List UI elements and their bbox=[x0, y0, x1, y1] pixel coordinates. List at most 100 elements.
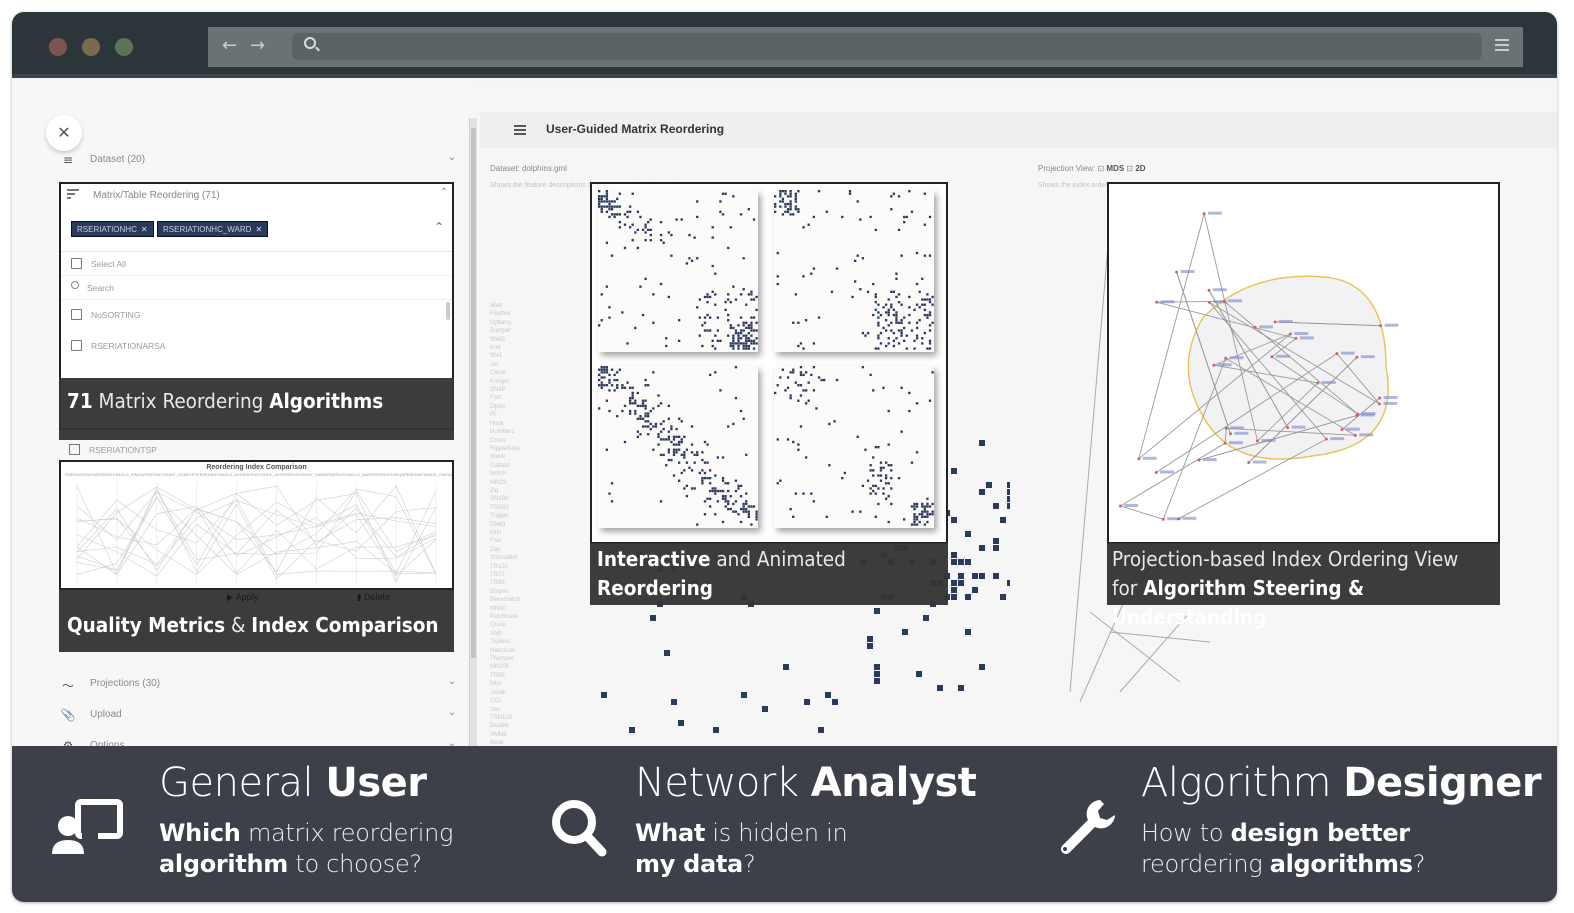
matrix-cell bbox=[905, 334, 908, 337]
matrix-cell bbox=[649, 233, 652, 237]
sidebar-item-projections[interactable]: 〜 Projections (30) ⌄ bbox=[60, 672, 456, 698]
url-bar[interactable] bbox=[292, 33, 1482, 60]
close-window-button[interactable] bbox=[49, 38, 67, 56]
matrix-cell bbox=[690, 425, 694, 428]
matrix-cell bbox=[678, 319, 681, 322]
maximize-window-button[interactable] bbox=[115, 38, 133, 56]
remove-chip-icon[interactable]: ✕ bbox=[255, 225, 262, 234]
algorithm-option[interactable]: RSERIATIONARSA bbox=[61, 331, 452, 362]
matrix-cell bbox=[882, 386, 885, 389]
matrix-cell bbox=[739, 342, 743, 345]
comparison-title: Reordering Index Comparison bbox=[206, 464, 307, 471]
matrix-cell bbox=[716, 329, 720, 332]
matrix-cell bbox=[903, 220, 906, 224]
matrix-cell bbox=[610, 200, 614, 203]
sidebar-item-reordering[interactable]: Matrix/Table Reordering (71) ⌃ bbox=[61, 184, 452, 208]
row-label: Zig bbox=[490, 487, 499, 494]
list-scrollbar[interactable] bbox=[446, 302, 450, 320]
checkbox[interactable] bbox=[71, 309, 82, 320]
matrix-cell bbox=[833, 420, 836, 423]
matrix-cell bbox=[884, 311, 888, 314]
point-label bbox=[1330, 437, 1345, 441]
matrix-cell bbox=[786, 438, 790, 441]
scrollbar-thumb[interactable] bbox=[471, 128, 476, 658]
matrix-cell bbox=[951, 580, 957, 586]
remove-chip-icon[interactable]: ✕ bbox=[141, 225, 148, 234]
checkbox[interactable] bbox=[71, 340, 82, 351]
matrix-cell bbox=[613, 389, 616, 392]
matrix-cell bbox=[703, 500, 707, 503]
matrix-cell bbox=[644, 378, 647, 382]
matrix-cell bbox=[618, 226, 621, 229]
menu-icon[interactable] bbox=[514, 125, 526, 137]
matrix-cell bbox=[724, 482, 727, 485]
persona-question: Which matrix reordering algorithm to cho… bbox=[159, 819, 454, 878]
apply-button[interactable]: ▶ Apply bbox=[227, 593, 259, 603]
matrix-thumbnail[interactable] bbox=[774, 366, 934, 528]
back-arrow-icon[interactable]: ← bbox=[222, 35, 237, 57]
point-label bbox=[1208, 211, 1222, 215]
matrix-cell bbox=[915, 515, 919, 518]
sidebar-item-upload[interactable]: 📎 Upload ⌄ bbox=[60, 703, 456, 729]
panel-splitter[interactable] bbox=[469, 118, 477, 746]
list-icon: ≡ bbox=[62, 153, 74, 167]
matrix-cell bbox=[745, 500, 748, 503]
matrix-cell bbox=[979, 545, 985, 551]
close-sidebar-button[interactable]: ✕ bbox=[46, 115, 82, 151]
sidebar: ✕ ≡ Dataset (20) ⌄ Matrix/Table Reorderi… bbox=[12, 82, 467, 753]
matrix-cell bbox=[690, 451, 694, 454]
algorithm-search-input[interactable]: Search bbox=[61, 276, 452, 300]
matrix-cell bbox=[792, 321, 795, 324]
persona-question: What is hidden in my data? bbox=[635, 819, 848, 878]
chevron-up-icon[interactable]: ⌃ bbox=[434, 220, 444, 234]
matrix-cell bbox=[897, 476, 901, 480]
select-all-option[interactable]: Select All bbox=[61, 252, 452, 276]
forward-arrow-icon[interactable]: → bbox=[250, 35, 265, 57]
matrix-cell bbox=[879, 461, 883, 464]
delete-button[interactable]: ▮ Delete bbox=[357, 593, 391, 603]
matrix-thumbnail[interactable] bbox=[598, 366, 758, 528]
matrix-cell bbox=[951, 468, 957, 474]
matrix-cell bbox=[750, 329, 753, 332]
algorithm-option[interactable]: NoSORTING bbox=[61, 300, 452, 331]
matrix-cell bbox=[598, 200, 601, 203]
matrix-cell bbox=[670, 425, 673, 428]
row-label: Zipfel bbox=[490, 403, 505, 410]
algorithm-chip[interactable]: RSERIATIONHC ✕ bbox=[71, 221, 154, 237]
matrix-thumbnail[interactable] bbox=[774, 190, 934, 352]
matrix-cell bbox=[913, 347, 916, 350]
matrix-cell bbox=[734, 510, 738, 513]
matrix-cell bbox=[711, 290, 714, 293]
matrix-cell bbox=[789, 202, 792, 206]
minimize-window-button[interactable] bbox=[82, 38, 100, 56]
matrix-cell bbox=[659, 239, 663, 242]
algorithm-chip[interactable]: RSERIATIONHC_WARD ✕ bbox=[157, 221, 269, 237]
matrix-cell bbox=[794, 195, 797, 198]
checkbox[interactable] bbox=[71, 258, 82, 269]
mds-checkbox[interactable]: ⊡ MDS bbox=[1097, 164, 1124, 173]
matrix-cell bbox=[721, 192, 725, 195]
matrix-cell bbox=[928, 215, 932, 219]
matrix-cell bbox=[737, 344, 740, 348]
2d-checkbox[interactable]: ⊡ 2D bbox=[1126, 164, 1145, 173]
browser-menu-icon[interactable] bbox=[1495, 39, 1509, 51]
matrix-cell bbox=[714, 489, 717, 493]
matrix-cell bbox=[879, 342, 883, 345]
row-label: Five bbox=[490, 538, 502, 545]
matrix-cell bbox=[750, 290, 753, 293]
matrix-cell bbox=[672, 443, 676, 446]
sidebar-item-dataset[interactable]: ≡ Dataset (20) ⌄ bbox=[60, 148, 456, 174]
matrix-cell bbox=[670, 440, 673, 444]
matrix-cell bbox=[654, 425, 658, 428]
projection-edge bbox=[1120, 442, 1226, 507]
point-label bbox=[1321, 380, 1336, 384]
matrix-cell bbox=[797, 208, 800, 211]
search-icon bbox=[71, 281, 79, 289]
checkbox[interactable] bbox=[69, 444, 80, 455]
matrix-cell bbox=[698, 471, 701, 475]
matrix-thumbnail[interactable] bbox=[598, 190, 758, 352]
matrix-cell bbox=[872, 389, 875, 392]
algorithm-option[interactable]: RSERIATIONTSP bbox=[59, 440, 454, 460]
matrix-cell bbox=[921, 342, 924, 345]
matrix-cell bbox=[598, 407, 601, 410]
